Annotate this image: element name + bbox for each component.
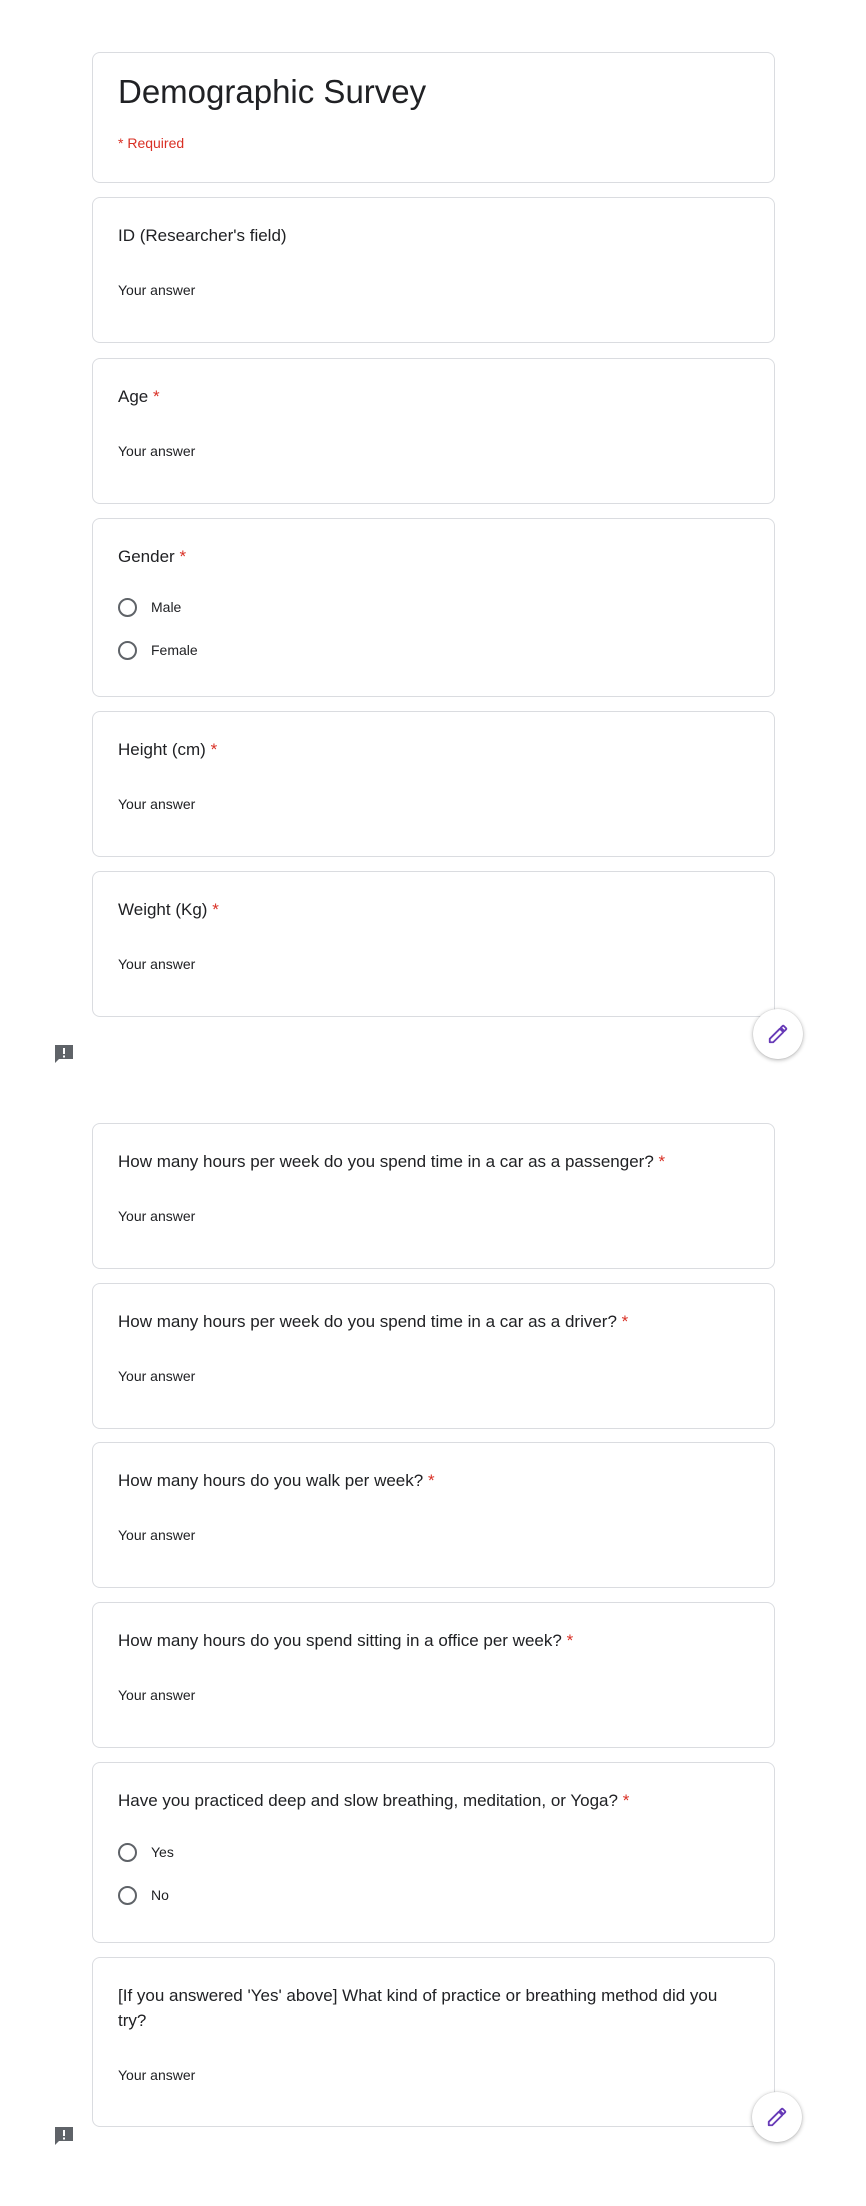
passenger-hours-answer-input[interactable]: Your answer — [118, 1208, 195, 1224]
id-answer-input[interactable]: Your answer — [118, 282, 195, 298]
pencil-icon — [767, 2107, 787, 2127]
required-asterisk: * — [210, 740, 218, 759]
question-card-passenger-hours: How many hours per week do you spend tim… — [92, 1123, 775, 1269]
question-title-text: Weight (Kg) — [118, 900, 208, 919]
radio-label: No — [151, 1887, 169, 1903]
question-card-age: Age * Your answer — [92, 358, 775, 504]
radio-button[interactable] — [118, 640, 137, 660]
report-icon[interactable] — [52, 1042, 76, 1066]
question-title-text: Gender — [118, 547, 175, 566]
question-title-text: Have you practiced deep and slow breathi… — [118, 1791, 618, 1810]
radio-option-yes[interactable]: Yes — [118, 1840, 174, 1864]
question-card-walk-hours: How many hours do you walk per week? * Y… — [92, 1442, 775, 1588]
question-card-gender: Gender * Male Female — [92, 518, 775, 697]
question-card-office-hours: How many hours do you spend sitting in a… — [92, 1602, 775, 1748]
required-asterisk: * — [179, 547, 187, 566]
required-asterisk: * — [152, 387, 160, 406]
required-asterisk: * — [622, 1791, 630, 1810]
weight-answer-input[interactable]: Your answer — [118, 956, 195, 972]
question-title: ID (Researcher's field) — [118, 223, 744, 248]
radio-button[interactable] — [118, 1842, 137, 1862]
question-title: [If you answered 'Yes' above] What kind … — [118, 1986, 718, 2030]
edit-response-button[interactable] — [753, 1009, 803, 1059]
question-card-height: Height (cm) * Your answer — [92, 711, 775, 857]
required-asterisk: * — [427, 1471, 435, 1490]
question-title: Age * — [118, 384, 744, 409]
radio-option-no[interactable]: No — [118, 1883, 169, 1907]
question-title: Gender * — [118, 544, 744, 569]
question-card-breathing-practice: Have you practiced deep and slow breathi… — [92, 1762, 775, 1943]
question-card-driver-hours: How many hours per week do you spend tim… — [92, 1283, 775, 1429]
form-title: Demographic Survey — [118, 73, 427, 110]
question-title-text: How many hours per week do you spend tim… — [118, 1312, 617, 1331]
age-answer-input[interactable]: Your answer — [118, 443, 195, 459]
required-asterisk: * — [621, 1312, 629, 1331]
question-title: How many hours do you walk per week? * — [118, 1468, 744, 1493]
office-hours-answer-input[interactable]: Your answer — [118, 1687, 195, 1703]
question-title: Height (cm) * — [118, 737, 744, 762]
required-asterisk: * — [658, 1152, 666, 1171]
pencil-icon — [768, 1024, 788, 1044]
question-card-id: ID (Researcher's field) Your answer — [92, 197, 775, 343]
form-header-card: Demographic Survey * Required — [92, 52, 775, 183]
question-title-text: Age — [118, 387, 149, 406]
question-title-text: ID (Researcher's field) — [118, 226, 287, 245]
radio-label: Female — [151, 642, 198, 658]
question-title-text: Height (cm) — [118, 740, 206, 759]
question-title: Have you practiced deep and slow breathi… — [118, 1788, 744, 1813]
question-title-text: How many hours do you spend sitting in a… — [118, 1631, 562, 1650]
radio-option-male[interactable]: Male — [118, 595, 181, 619]
required-asterisk: * — [212, 900, 219, 919]
radio-button[interactable] — [118, 1885, 137, 1905]
question-title: How many hours per week do you spend tim… — [118, 1149, 744, 1174]
radio-label: Yes — [151, 1844, 174, 1860]
question-title-text: How many hours per week do you spend tim… — [118, 1152, 654, 1171]
practice-method-answer-input[interactable]: Your answer — [118, 2067, 195, 2083]
question-card-practice-method: [If you answered 'Yes' above] What kind … — [92, 1957, 775, 2127]
question-card-weight: Weight (Kg) * Your answer — [92, 871, 775, 1017]
walk-hours-answer-input[interactable]: Your answer — [118, 1527, 195, 1543]
height-answer-input[interactable]: Your answer — [118, 796, 195, 812]
required-asterisk: * — [566, 1631, 574, 1650]
required-note: * Required — [118, 135, 185, 151]
driver-hours-answer-input[interactable]: Your answer — [118, 1368, 195, 1384]
question-title: How many hours do you spend sitting in a… — [118, 1628, 744, 1653]
radio-label: Male — [151, 599, 182, 615]
question-title-text: How many hours do you walk per week? — [118, 1471, 424, 1490]
question-title: Weight (Kg) * — [118, 897, 744, 922]
report-icon[interactable] — [52, 2124, 76, 2148]
radio-button[interactable] — [118, 597, 137, 617]
radio-option-female[interactable]: Female — [118, 638, 198, 662]
question-title: How many hours per week do you spend tim… — [118, 1309, 744, 1334]
edit-response-button[interactable] — [752, 2092, 802, 2142]
